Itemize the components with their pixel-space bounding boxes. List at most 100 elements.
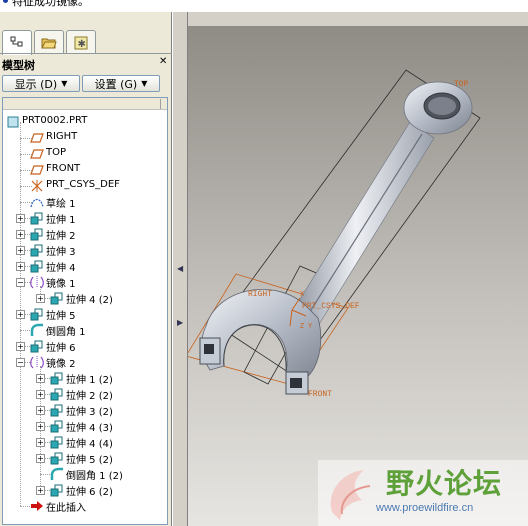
tab-model-tree[interactable] [2, 30, 32, 55]
favorites-icon: ✱ [74, 36, 88, 50]
tree-item[interactable]: + 拉伸 5 [3, 306, 167, 322]
graphics-window[interactable]: TOP RIGHT PRT_CSYS_DEF FRONT X Y Z [188, 26, 528, 526]
tree-item[interactable]: + 拉伸 5 (2) [3, 450, 167, 466]
tree-item-label: TOP [46, 147, 67, 158]
navigator-tabs: ✱ [0, 30, 172, 55]
folder-icon [41, 38, 57, 48]
chevron-down-icon: ▼ [61, 79, 68, 88]
axis-label-z: Z [300, 323, 304, 331]
tree-item[interactable]: + 拉伸 6 [3, 338, 167, 354]
tree-item-label: 倒圆角 1 [46, 327, 86, 338]
tree-item-label: 拉伸 4 (2) [66, 295, 113, 306]
model-view[interactable]: TOP RIGHT PRT_CSYS_DEF FRONT X Y Z [188, 26, 528, 526]
extrude-icon [30, 211, 44, 225]
tree-item[interactable]: 倒圆角 1 (2) [3, 466, 167, 482]
rod-shank[interactable] [291, 121, 435, 327]
expand-node-icon[interactable]: + [16, 342, 25, 351]
tree-item[interactable]: + 拉伸 3 (2) [3, 402, 167, 418]
tree-item[interactable]: PRT0002.PRT [3, 114, 167, 130]
tree-item[interactable]: + 拉伸 2 (2) [3, 386, 167, 402]
expand-node-icon[interactable]: + [16, 262, 25, 271]
part-icon [6, 115, 20, 129]
tree-item[interactable]: FRONT [3, 162, 167, 178]
datum-plane-icon [30, 163, 44, 177]
extrude-icon [50, 387, 64, 401]
panel-title: 模型树 [2, 59, 35, 72]
tree-item-label: 倒圆角 1 (2) [66, 471, 123, 482]
tab-folder-browser[interactable] [34, 30, 64, 54]
expand-node-icon[interactable]: + [36, 438, 45, 447]
watermark-title: 野火论坛 [386, 467, 503, 500]
tree-item[interactable]: 草绘 1 [3, 194, 167, 210]
show-dropdown-button[interactable]: 显示 (D) ▼ [2, 75, 80, 92]
tree-item[interactable]: + 拉伸 4 (2) [3, 290, 167, 306]
tree-item[interactable]: 倒圆角 1 [3, 322, 167, 338]
tree-item[interactable]: + 拉伸 2 [3, 226, 167, 242]
expand-node-icon[interactable]: + [16, 214, 25, 223]
tree-item-label: 在此插入 [46, 503, 86, 514]
tree-item-label: 拉伸 3 (2) [66, 407, 113, 418]
collapse-node-icon[interactable]: − [16, 278, 25, 287]
close-icon[interactable]: ✕ [159, 56, 167, 67]
tree-item-label: 拉伸 4 [46, 263, 76, 274]
collapse-left-arrow-icon[interactable]: ◀ [177, 264, 183, 273]
datum-label-top: TOP [454, 80, 469, 89]
datum-label-right: RIGHT [248, 290, 272, 299]
datum-plane-icon [30, 131, 44, 145]
tree-item-label: 拉伸 2 (2) [66, 391, 113, 402]
extrude-icon [30, 243, 44, 257]
expand-node-icon[interactable]: + [16, 310, 25, 319]
round-icon [50, 467, 64, 481]
tree-item-label: PRT0002.PRT [22, 115, 88, 126]
mirror-icon [30, 275, 44, 289]
expand-node-icon[interactable]: + [36, 406, 45, 415]
tree-item[interactable]: RIGHT [3, 130, 167, 146]
tree-item-label: 拉伸 1 [46, 215, 76, 226]
extrude-icon [50, 451, 64, 465]
expand-node-icon[interactable]: + [36, 374, 45, 383]
tree-item[interactable]: − 镜像 1 [3, 274, 167, 290]
extrude-icon [30, 227, 44, 241]
settings-dropdown-button[interactable]: 设置 (G) ▼ [82, 75, 160, 92]
tree-item[interactable]: PRT_CSYS_DEF [3, 178, 167, 194]
tree-item[interactable]: − 镜像 2 [3, 354, 167, 370]
tree-item[interactable]: TOP [3, 146, 167, 162]
tree-item-label: 拉伸 5 (2) [66, 455, 113, 466]
expand-node-icon[interactable]: + [36, 390, 45, 399]
show-button-label: 显示 (D) [14, 77, 58, 91]
insert-here-arrow-icon [30, 499, 44, 513]
tree-item[interactable]: + 拉伸 3 [3, 242, 167, 258]
tree-item[interactable]: + 拉伸 4 (3) [3, 418, 167, 434]
extrude-icon [50, 291, 64, 305]
tree-item[interactable]: + 拉伸 1 [3, 210, 167, 226]
expand-node-icon[interactable]: + [36, 422, 45, 431]
expand-node-icon[interactable]: + [16, 246, 25, 255]
tree-item-label: 拉伸 6 (2) [66, 487, 113, 498]
tree-item-label: 拉伸 2 [46, 231, 76, 242]
message-text: 特征成功镜像。 [12, 0, 89, 8]
panel-splitter[interactable]: ◀ ▶ [172, 12, 188, 526]
extrude-icon [50, 435, 64, 449]
expand-node-icon[interactable]: + [36, 454, 45, 463]
expand-node-icon[interactable]: + [36, 294, 45, 303]
model-tree[interactable]: PRT0002.PRT RIGHT TOP FRONT PRT_CSYS_DEF 草绘 1… [2, 97, 168, 525]
tree-item[interactable]: + 拉伸 4 [3, 258, 167, 274]
tree-item[interactable]: + 拉伸 6 (2) [3, 482, 167, 498]
round-icon [30, 323, 44, 337]
chevron-down-icon: ▼ [141, 79, 148, 88]
datum-plane-icon [30, 147, 44, 161]
tree-item[interactable]: + 拉伸 4 (4) [3, 434, 167, 450]
tree-item[interactable]: 在此插入 [3, 498, 167, 514]
tree-item-label: 拉伸 5 [46, 311, 76, 322]
expand-node-icon[interactable]: + [36, 486, 45, 495]
expand-node-icon[interactable]: + [16, 230, 25, 239]
extrude-icon [50, 371, 64, 385]
tree-item[interactable]: + 拉伸 1 (2) [3, 370, 167, 386]
expand-right-arrow-icon[interactable]: ▶ [177, 318, 183, 327]
tab-favorites[interactable]: ✱ [66, 30, 96, 54]
svg-text:✱: ✱ [78, 39, 86, 50]
tree-item-label: RIGHT [46, 131, 78, 142]
sketch-icon [30, 195, 44, 209]
tree-item-label: 拉伸 1 (2) [66, 375, 113, 386]
collapse-node-icon[interactable]: − [16, 358, 25, 367]
